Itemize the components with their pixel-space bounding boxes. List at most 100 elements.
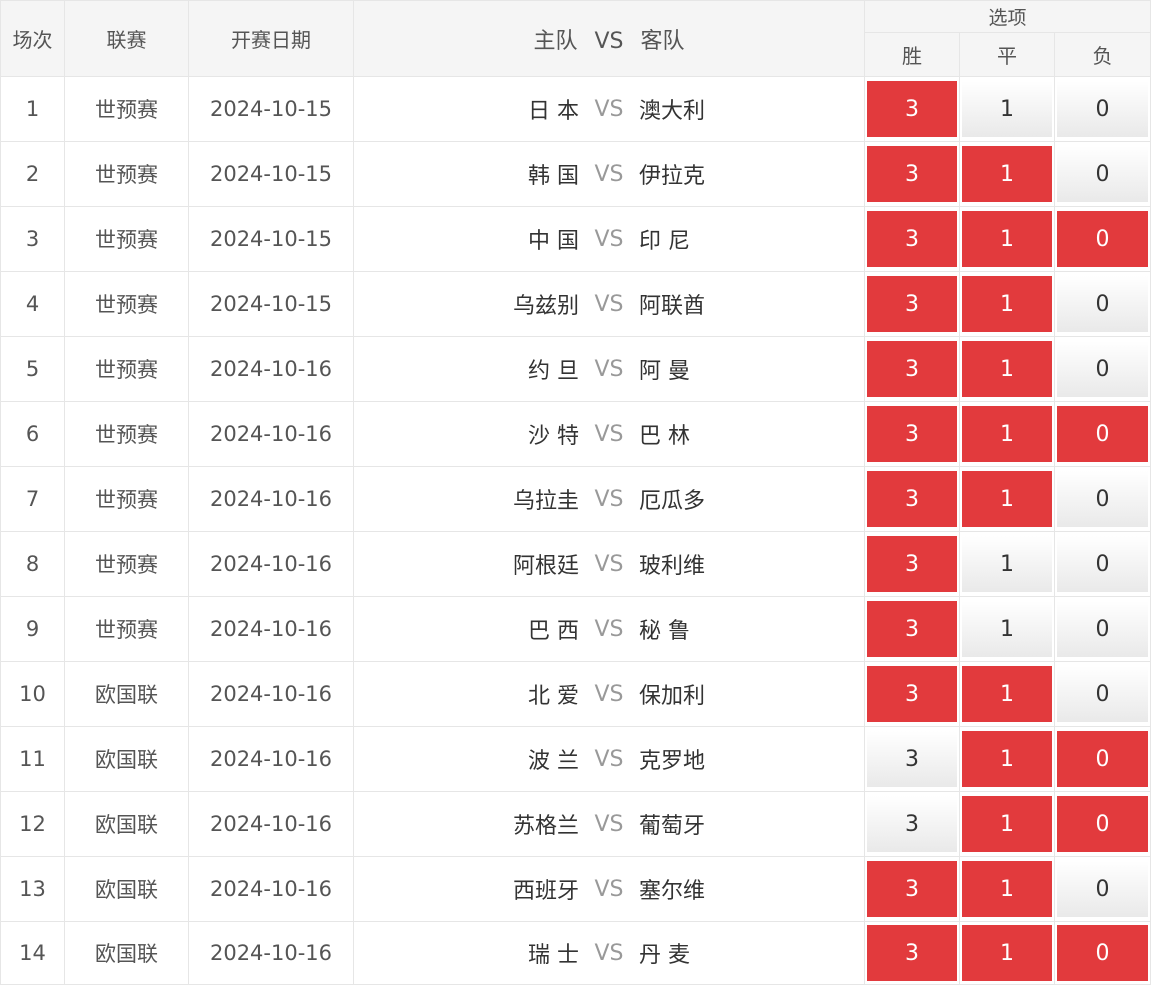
match-number: 8 — [0, 531, 65, 597]
option-draw-button[interactable]: 1 — [962, 731, 1052, 787]
option-cell-win: 3 — [864, 531, 960, 597]
match-teams: 巴 西 VS 秘 鲁 — [353, 596, 865, 662]
away-team: 印 尼 — [639, 229, 690, 254]
league-name: 世预赛 — [64, 596, 189, 662]
away-team: 巴 林 — [639, 424, 690, 449]
option-draw-button[interactable]: 1 — [962, 81, 1052, 137]
away-team: 伊拉克 — [639, 164, 706, 189]
away-team: 葡萄牙 — [639, 814, 706, 839]
match-teams: 苏格兰 VS 葡萄牙 — [353, 791, 865, 857]
option-lose-button[interactable]: 0 — [1057, 666, 1149, 722]
match-date: 2024-10-16 — [188, 596, 354, 662]
league-name: 欧国联 — [64, 856, 189, 922]
table-row: 7 世预赛 2024-10-16 乌拉圭 VS 厄瓜多 3 1 0 — [0, 466, 1152, 532]
option-win-button[interactable]: 3 — [867, 731, 957, 787]
option-lose-button[interactable]: 0 — [1057, 536, 1149, 592]
home-team: 苏格兰 — [512, 814, 579, 839]
table-row: 12 欧国联 2024-10-16 苏格兰 VS 葡萄牙 3 1 0 — [0, 791, 1152, 857]
match-date: 2024-10-16 — [188, 661, 354, 727]
option-win-button[interactable]: 3 — [867, 146, 957, 202]
option-lose-button[interactable]: 0 — [1057, 146, 1149, 202]
league-name: 世预赛 — [64, 271, 189, 337]
option-cell-win: 3 — [864, 791, 960, 857]
match-table: 场次 联赛 开赛日期 主队 VS 客队 选项 胜 平 负 1 世预赛 2024-10… — [0, 0, 1152, 985]
option-win-button[interactable]: 3 — [867, 536, 957, 592]
option-draw-button[interactable]: 1 — [962, 796, 1052, 852]
vs-label: VS — [594, 356, 624, 382]
option-draw-button[interactable]: 1 — [962, 146, 1052, 202]
home-team: 西班牙 — [512, 879, 579, 904]
match-teams: 沙 特 VS 巴 林 — [353, 401, 865, 467]
table-row: 3 世预赛 2024-10-15 中 国 VS 印 尼310 — [0, 206, 1152, 272]
match-teams: 日 本 VS 澳大利 — [353, 76, 865, 142]
home-team: 乌兹别 — [512, 294, 579, 319]
option-lose-button[interactable]: 0 — [1057, 601, 1149, 657]
option-draw-button[interactable]: 1 — [962, 666, 1052, 722]
match-date: 2024-10-16 — [188, 921, 354, 985]
option-cell-lose: 0 — [1053, 141, 1152, 207]
option-lose-button[interactable]: 0 — [1057, 925, 1149, 981]
home-team: 巴 西 — [528, 619, 579, 644]
option-lose-button[interactable]: 0 — [1057, 861, 1149, 917]
option-cell-draw: 1 — [959, 206, 1055, 272]
match-teams: 波 兰 VS 克罗地 — [353, 726, 865, 792]
option-draw-button[interactable]: 1 — [962, 861, 1052, 917]
table-row: 10 欧国联 2024-10-16 北 爱 VS 保加利 3 1 0 — [0, 661, 1152, 727]
option-win-button[interactable]: 3 — [867, 601, 957, 657]
option-win-button[interactable]: 3 — [867, 666, 957, 722]
match-number: 6 — [0, 401, 65, 467]
option-draw-button[interactable]: 1 — [962, 211, 1052, 267]
vs-label: VS — [594, 161, 624, 187]
table-row: 13 欧国联 2024-10-16 西班牙 VS 塞尔维 3 1 0 — [0, 856, 1152, 922]
option-draw-button[interactable]: 1 — [962, 471, 1052, 527]
option-win-button[interactable]: 3 — [867, 276, 957, 332]
match-teams: 西班牙 VS 塞尔维 — [353, 856, 865, 922]
vs-label: VS — [594, 226, 624, 252]
option-lose-button[interactable]: 0 — [1057, 276, 1149, 332]
home-team: 北 爱 — [528, 684, 579, 709]
option-draw-button[interactable]: 1 — [962, 406, 1052, 462]
table-row: 9 世预赛 2024-10-16 巴 西 VS 秘 鲁 310 — [0, 596, 1152, 662]
option-win-button[interactable]: 3 — [867, 796, 957, 852]
option-win-button[interactable]: 3 — [867, 471, 957, 527]
option-cell-draw: 1 — [959, 141, 1055, 207]
option-lose-button[interactable]: 0 — [1057, 406, 1149, 462]
match-date: 2024-10-16 — [188, 856, 354, 922]
header-num: 场次 — [0, 0, 65, 77]
option-lose-button[interactable]: 0 — [1057, 341, 1149, 397]
match-number: 3 — [0, 206, 65, 272]
option-lose-button[interactable]: 0 — [1057, 471, 1149, 527]
option-cell-win: 3 — [864, 661, 960, 727]
home-team: 日 本 — [528, 99, 579, 124]
option-win-button[interactable]: 3 — [867, 925, 957, 981]
header-win: 胜 — [864, 32, 960, 77]
option-win-button[interactable]: 3 — [867, 861, 957, 917]
option-draw-button[interactable]: 1 — [962, 536, 1052, 592]
option-draw-button[interactable]: 1 — [962, 341, 1052, 397]
home-team: 中 国 — [528, 229, 579, 254]
option-cell-win: 3 — [864, 141, 960, 207]
away-team: 阿联酋 — [639, 294, 706, 319]
match-teams: 乌兹别 VS 阿联酋 — [353, 271, 865, 337]
option-lose-button[interactable]: 0 — [1057, 796, 1149, 852]
option-lose-button[interactable]: 0 — [1057, 81, 1149, 137]
option-draw-button[interactable]: 1 — [962, 601, 1052, 657]
option-cell-win: 3 — [864, 596, 960, 662]
option-draw-button[interactable]: 1 — [962, 925, 1052, 981]
header-options: 选项 — [863, 0, 1152, 33]
option-draw-button[interactable]: 1 — [962, 276, 1052, 332]
option-cell-win: 3 — [864, 466, 960, 532]
option-lose-button[interactable]: 0 — [1057, 211, 1149, 267]
match-date: 2024-10-15 — [188, 206, 354, 272]
option-lose-button[interactable]: 0 — [1057, 731, 1149, 787]
option-cell-win: 3 — [864, 401, 960, 467]
option-win-button[interactable]: 3 — [867, 211, 957, 267]
option-win-button[interactable]: 3 — [867, 406, 957, 462]
league-name: 欧国联 — [64, 791, 189, 857]
option-win-button[interactable]: 3 — [867, 341, 957, 397]
option-win-button[interactable]: 3 — [867, 81, 957, 137]
vs-label: VS — [594, 681, 624, 707]
league-name: 欧国联 — [64, 726, 189, 792]
option-cell-draw: 1 — [959, 791, 1055, 857]
option-cell-lose: 0 — [1053, 206, 1152, 272]
